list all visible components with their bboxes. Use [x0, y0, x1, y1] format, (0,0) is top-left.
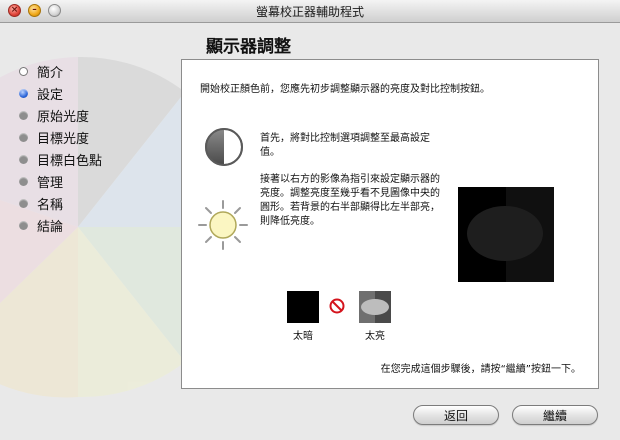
step-label: 簡介 — [37, 65, 64, 81]
too-dark-example — [287, 291, 319, 323]
step-status-icon — [19, 176, 28, 186]
step-label: 原始光度 — [37, 109, 90, 125]
contrast-instruction: 首先，將對比控制選項調整至最高設定值。 — [260, 133, 430, 158]
step-label: 名稱 — [37, 197, 64, 213]
step-item-target-gamma: 目標光度 — [19, 126, 102, 148]
no-sign-icon — [329, 298, 345, 314]
step-status-icon — [19, 66, 28, 76]
brightness-test-image — [458, 187, 554, 282]
step-item-target-white-point: 目標白色點 — [19, 148, 102, 170]
step-item-name: 名稱 — [19, 192, 102, 214]
back-button[interactable]: 返回 — [413, 405, 499, 425]
step-label: 目標白色點 — [37, 153, 103, 169]
title-bar[interactable]: × – 螢幕校正器輔助程式 — [0, 0, 620, 23]
step-label: 結論 — [37, 219, 64, 235]
brightness-instruction: 接著以右方的影像為指引來設定顯示器的亮度。調整亮度至幾乎看不見圖像中央的圓形。若… — [260, 174, 440, 227]
step-list: 簡介 設定 原始光度 目標光度 目標白色點 管理 名稱 結論 — [19, 60, 102, 236]
contrast-icon — [205, 128, 243, 166]
step-status-icon — [19, 88, 28, 98]
step-status-icon — [19, 198, 28, 208]
too-dark-label: 太暗 — [293, 331, 313, 342]
continue-instruction: 在您完成這個步驟後，請按“繼續”按鈕一下。 — [380, 364, 581, 375]
intro-text: 開始校正顏色前，您應先初步調整顯示器的亮度及對比控制按鈕。 — [200, 84, 490, 95]
step-status-icon — [19, 154, 28, 164]
step-status-icon — [19, 132, 28, 142]
step-label: 設定 — [37, 87, 64, 103]
step-label: 管理 — [37, 175, 64, 191]
page-title: 顯示器調整 — [206, 37, 291, 57]
window-title: 螢幕校正器輔助程式 — [255, 5, 364, 19]
step-item-conclusion: 結論 — [19, 214, 102, 236]
step-status-icon — [19, 220, 28, 230]
continue-button[interactable]: 繼續 — [512, 405, 598, 425]
assistant-window: × – 螢幕校正器輔助程式 顯示器調整 簡介 設定 原始光度 目標光度 目標白色… — [0, 0, 620, 440]
sun-icon — [198, 200, 248, 250]
step-status-icon — [19, 110, 28, 120]
step-item-setup: 設定 — [19, 82, 102, 104]
step-label: 目標光度 — [37, 131, 90, 147]
too-bright-label: 太亮 — [365, 331, 385, 342]
content-panel: 開始校正顏色前，您應先初步調整顯示器的亮度及對比控制按鈕。 首先，將對比控制選項… — [181, 59, 599, 389]
step-item-native-gamma: 原始光度 — [19, 104, 102, 126]
too-bright-example — [359, 291, 391, 323]
step-item-intro: 簡介 — [19, 60, 102, 82]
step-item-admin: 管理 — [19, 170, 102, 192]
